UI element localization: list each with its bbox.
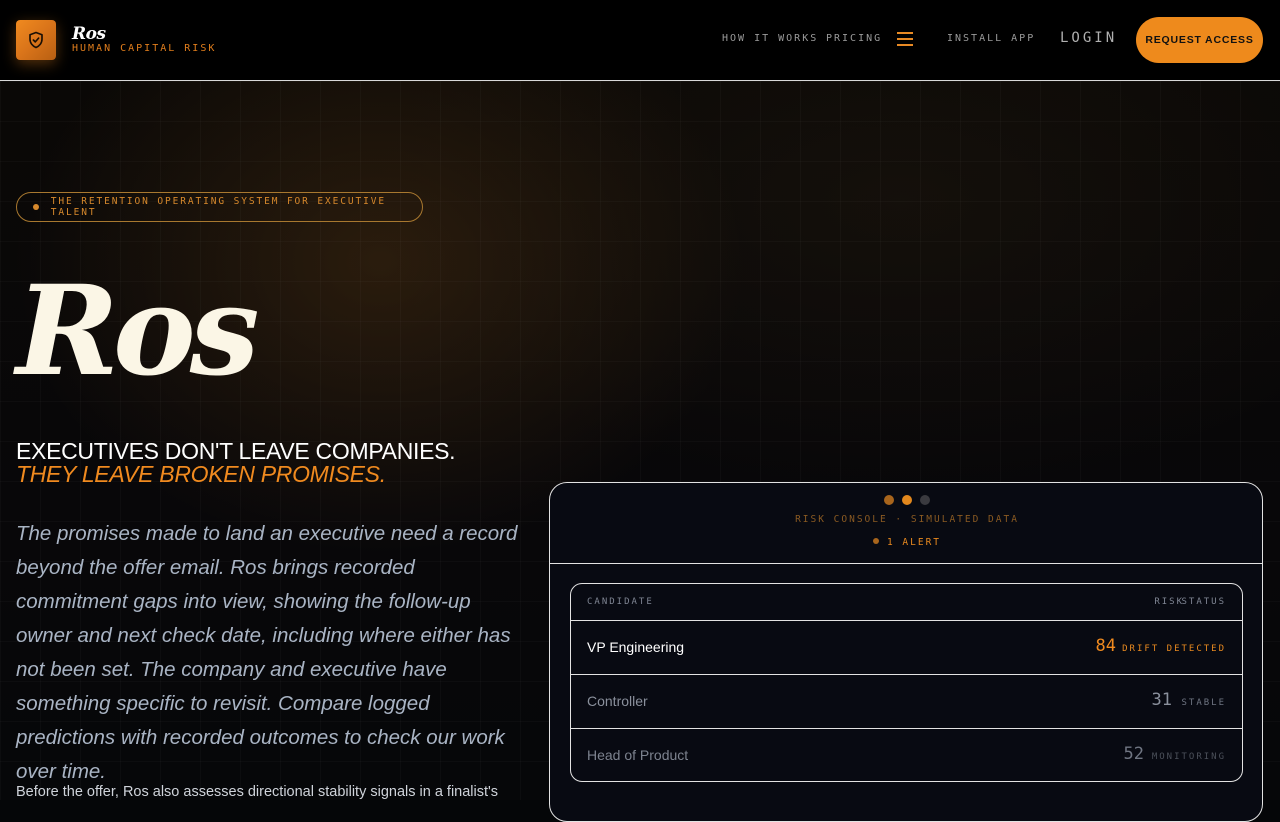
table-header: CANDIDATE RISK STATUS <box>571 584 1242 621</box>
risk-score: 84 <box>1095 636 1116 656</box>
column-risk: RISK <box>1154 597 1184 607</box>
hero-pill: THE RETENTION OPERATING SYSTEM FOR EXECU… <box>16 192 423 222</box>
brand-name[interactable]: Ros <box>72 24 106 44</box>
logo[interactable] <box>16 20 56 60</box>
risk-console: RISK CONSOLE · SIMULATED DATA 1 ALERT CA… <box>549 482 1263 822</box>
alert-badge[interactable]: 1 ALERT <box>550 537 1262 548</box>
status-label: STABLE <box>1181 698 1226 708</box>
dot-icon <box>920 495 930 505</box>
login-link[interactable]: LOGIN <box>1060 30 1117 46</box>
status-label: MONITORING <box>1151 752 1226 762</box>
risk-score: 52 <box>1123 744 1144 764</box>
hero-tagline-2: THEY LEAVE BROKEN PROMISES. <box>16 461 386 487</box>
brand-subtitle: HUMAN CAPITAL RISK <box>72 43 217 54</box>
alert-label: 1 ALERT <box>886 537 942 548</box>
candidate-name: Head of Product <box>587 747 689 763</box>
status-label: DRIFT DETECTED <box>1122 644 1226 654</box>
candidate-name: VP Engineering <box>587 639 685 655</box>
hero-description-2: Before the offer, Ros also assesses dire… <box>16 784 499 800</box>
column-candidate: CANDIDATE <box>587 597 654 607</box>
hero-pill-label: THE RETENTION OPERATING SYSTEM FOR EXECU… <box>50 196 386 218</box>
pill-dot-icon <box>33 204 39 210</box>
alert-dot-icon <box>872 538 879 544</box>
hero-title: Ros <box>16 259 260 404</box>
request-access-button[interactable]: REQUEST ACCESS <box>1136 17 1263 63</box>
shield-icon <box>29 31 43 49</box>
console-header: RISK CONSOLE · SIMULATED DATA 1 ALERT <box>550 483 1262 564</box>
table-row[interactable]: VP Engineering 84 DRIFT DETECTED <box>571 621 1242 675</box>
column-status: STATUS <box>1181 597 1226 607</box>
dot-icon <box>884 495 894 505</box>
risk-table: CANDIDATE RISK STATUS VP Engineering 84 … <box>570 583 1243 782</box>
hamburger-icon[interactable] <box>897 32 913 46</box>
table-row[interactable]: Head of Product 52 MONITORING <box>571 729 1242 781</box>
table-row[interactable]: Controller 31 STABLE <box>571 675 1242 729</box>
candidate-name: Controller <box>587 693 648 709</box>
top-nav: Ros HUMAN CAPITAL RISK HOW IT WORKS PRIC… <box>0 0 1280 81</box>
nav-link-pricing[interactable]: PRICING <box>826 33 882 44</box>
dot-icon <box>902 495 912 505</box>
window-dots <box>884 495 930 505</box>
nav-link-how-it-works[interactable]: HOW IT WORKS <box>722 33 818 44</box>
console-title: RISK CONSOLE · SIMULATED DATA <box>795 514 1019 525</box>
risk-score: 31 <box>1151 690 1172 710</box>
hero-description: The promises made to land an executive n… <box>16 522 518 783</box>
nav-link-install-app[interactable]: INSTALL APP <box>947 33 1035 44</box>
